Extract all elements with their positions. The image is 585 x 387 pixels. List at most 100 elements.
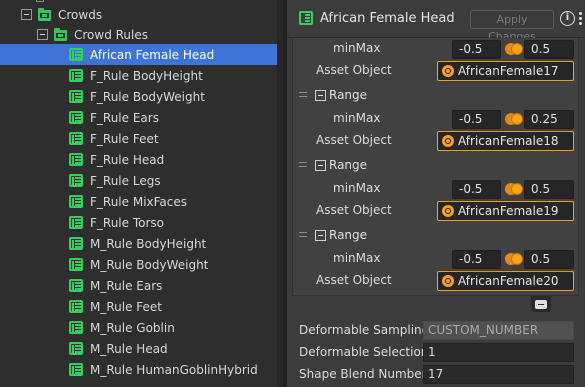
asset-object-label: Asset Object xyxy=(316,133,392,147)
minmax-link-toggle[interactable] xyxy=(505,43,524,55)
apply-changes-button[interactable]: Apply Changes xyxy=(470,10,554,43)
tree-item-crowds[interactable]: Crowds xyxy=(0,4,277,25)
tree-item-rule[interactable]: F_Rule Head xyxy=(0,149,277,170)
max-field[interactable]: 0.5 xyxy=(524,40,574,59)
hierarchy-panel: Crowds Crowd Rules African Female Head F_… xyxy=(0,0,283,387)
tree-item-rule[interactable]: M_Rule Ears xyxy=(0,275,277,296)
collapse-icon xyxy=(315,89,326,101)
minmax-label: minMax xyxy=(333,251,381,265)
max-field[interactable]: 0.25 xyxy=(524,110,574,129)
deformable-sampling-dropdown[interactable]: CUSTOM_NUMBER xyxy=(423,321,574,340)
tree-item-label: F_Rule Head xyxy=(90,152,165,167)
minmax-label: minMax xyxy=(333,111,381,125)
drag-handle-icon[interactable] xyxy=(299,92,307,98)
min-field[interactable]: -0.5 xyxy=(452,250,501,269)
rule-asset-icon xyxy=(69,195,83,208)
max-field[interactable]: 0.5 xyxy=(524,250,574,269)
tree-item-rule[interactable]: F_Rule Feet xyxy=(0,128,277,149)
tree-item-label: M_Rule Ears xyxy=(90,278,163,293)
scriptable-object-icon xyxy=(442,275,454,287)
collapse-toggle-crowds[interactable] xyxy=(21,9,32,20)
tree-item-rule[interactable]: F_Rule MixFaces xyxy=(0,191,277,212)
tree-item-rule[interactable]: F_Rule Torso xyxy=(0,212,277,233)
rule-asset-icon xyxy=(69,279,83,292)
drag-handle-icon[interactable] xyxy=(299,232,307,238)
rule-asset-icon xyxy=(69,258,83,271)
rule-asset-icon xyxy=(69,321,83,334)
asset-object-field[interactable]: AfricanFemale18 xyxy=(437,131,574,151)
deformable-selection-field[interactable]: 1 xyxy=(423,343,574,362)
min-field[interactable]: -0.5 xyxy=(452,110,501,129)
rule-asset-icon xyxy=(69,363,83,376)
max-field[interactable]: 0.5 xyxy=(524,180,574,199)
asset-object-value: AfricanFemale19 xyxy=(458,204,559,218)
rule-asset-icon xyxy=(69,342,83,355)
range-foldout[interactable]: Range xyxy=(315,86,367,104)
minmax-label: minMax xyxy=(333,181,381,195)
tree-item-label: Crowd Rules xyxy=(74,27,149,42)
rule-asset-icon xyxy=(69,69,83,82)
asset-object-field[interactable]: AfricanFemale17 xyxy=(437,61,574,81)
folder-icon xyxy=(54,28,67,41)
rule-asset-icon xyxy=(69,300,83,313)
inspector-header: African Female Head Apply Changes i xyxy=(287,0,585,43)
tree-item-rule[interactable]: M_Rule Goblin xyxy=(0,317,277,338)
asset-object-label: Asset Object xyxy=(316,63,392,77)
tree-item-rule[interactable]: F_Rule Legs xyxy=(0,170,277,191)
tree-item-rule[interactable]: M_Rule BodyWeight xyxy=(0,254,277,275)
tree-item-label: M_Rule BodyWeight xyxy=(90,257,209,272)
inspector-title: African Female Head xyxy=(320,11,455,26)
tree-item-rule[interactable]: F_Rule BodyHeight xyxy=(0,65,277,86)
asset-object-field[interactable]: AfricanFemale20 xyxy=(437,271,574,291)
tree-item-label: M_Rule BodyHeight xyxy=(90,236,207,251)
tree-item-rule[interactable]: F_Rule Ears xyxy=(0,107,277,128)
range-label: Range xyxy=(329,158,368,172)
collapse-icon xyxy=(315,159,326,171)
tree-item-crowd-rules[interactable]: Crowd Rules xyxy=(0,24,277,45)
range-foldout[interactable]: Range xyxy=(315,226,367,244)
collapse-toggle-crowd-rules[interactable] xyxy=(37,29,48,40)
shape-blend-number-field[interactable]: 17 xyxy=(423,365,574,384)
info-icon[interactable]: i xyxy=(560,11,575,26)
shape-blend-number-label: Shape Blend Number xyxy=(299,367,427,381)
collapse-icon xyxy=(315,229,326,241)
drag-handle-icon[interactable] xyxy=(299,162,307,168)
asset-object-field[interactable]: AfricanFemale19 xyxy=(437,201,574,221)
tree-item-rule[interactable]: M_Rule Feet xyxy=(0,296,277,317)
tree-item-label: F_Rule BodyWeight xyxy=(90,89,205,104)
rule-asset-icon xyxy=(69,237,83,250)
scriptable-object-icon xyxy=(442,205,454,217)
minmax-link-toggle[interactable] xyxy=(505,183,524,195)
tree-item-label: M_Rule Feet xyxy=(90,299,163,314)
range-foldout[interactable]: Range xyxy=(315,156,367,174)
more-options-icon[interactable] xyxy=(579,12,582,25)
minmax-link-toggle[interactable] xyxy=(505,253,524,265)
rule-asset-icon xyxy=(69,111,83,124)
tree-item-rule[interactable]: African Female Head xyxy=(0,44,277,65)
remove-element-button[interactable] xyxy=(531,296,551,312)
asset-object-value: AfricanFemale18 xyxy=(458,134,559,148)
collapsed-parent-expander[interactable] xyxy=(36,0,44,2)
deformable-sampling-label: Deformable Sampling xyxy=(299,323,430,337)
min-field[interactable]: -0.5 xyxy=(452,40,501,59)
rule-asset-icon xyxy=(69,48,83,61)
tree-item-label: African Female Head xyxy=(90,47,215,62)
range-label: Range xyxy=(329,88,368,102)
tree-item-label: F_Rule Ears xyxy=(90,110,159,125)
asset-object-value: AfricanFemale17 xyxy=(458,64,559,78)
folder-icon xyxy=(38,8,51,21)
min-field[interactable]: -0.5 xyxy=(452,180,501,199)
tree-item-label: Crowds xyxy=(58,7,103,22)
asset-object-label: Asset Object xyxy=(316,273,392,287)
tree-item-rule[interactable]: M_Rule BodyHeight xyxy=(0,233,277,254)
rule-asset-icon xyxy=(299,11,313,25)
tree-item-rule[interactable]: M_Rule HumanGoblinHybrid xyxy=(0,359,277,380)
minmax-link-toggle[interactable] xyxy=(505,113,524,125)
tree-item-rule[interactable]: M_Rule Head xyxy=(0,338,277,359)
tree-item-rule[interactable]: F_Rule BodyWeight xyxy=(0,86,277,107)
rule-asset-icon xyxy=(69,153,83,166)
inspector-panel: African Female Head Apply Changes i minM… xyxy=(287,0,585,387)
asset-object-value: AfricanFemale20 xyxy=(458,274,559,288)
scriptable-object-icon xyxy=(442,135,454,147)
deformable-selection-label: Deformable Selection xyxy=(299,345,429,359)
